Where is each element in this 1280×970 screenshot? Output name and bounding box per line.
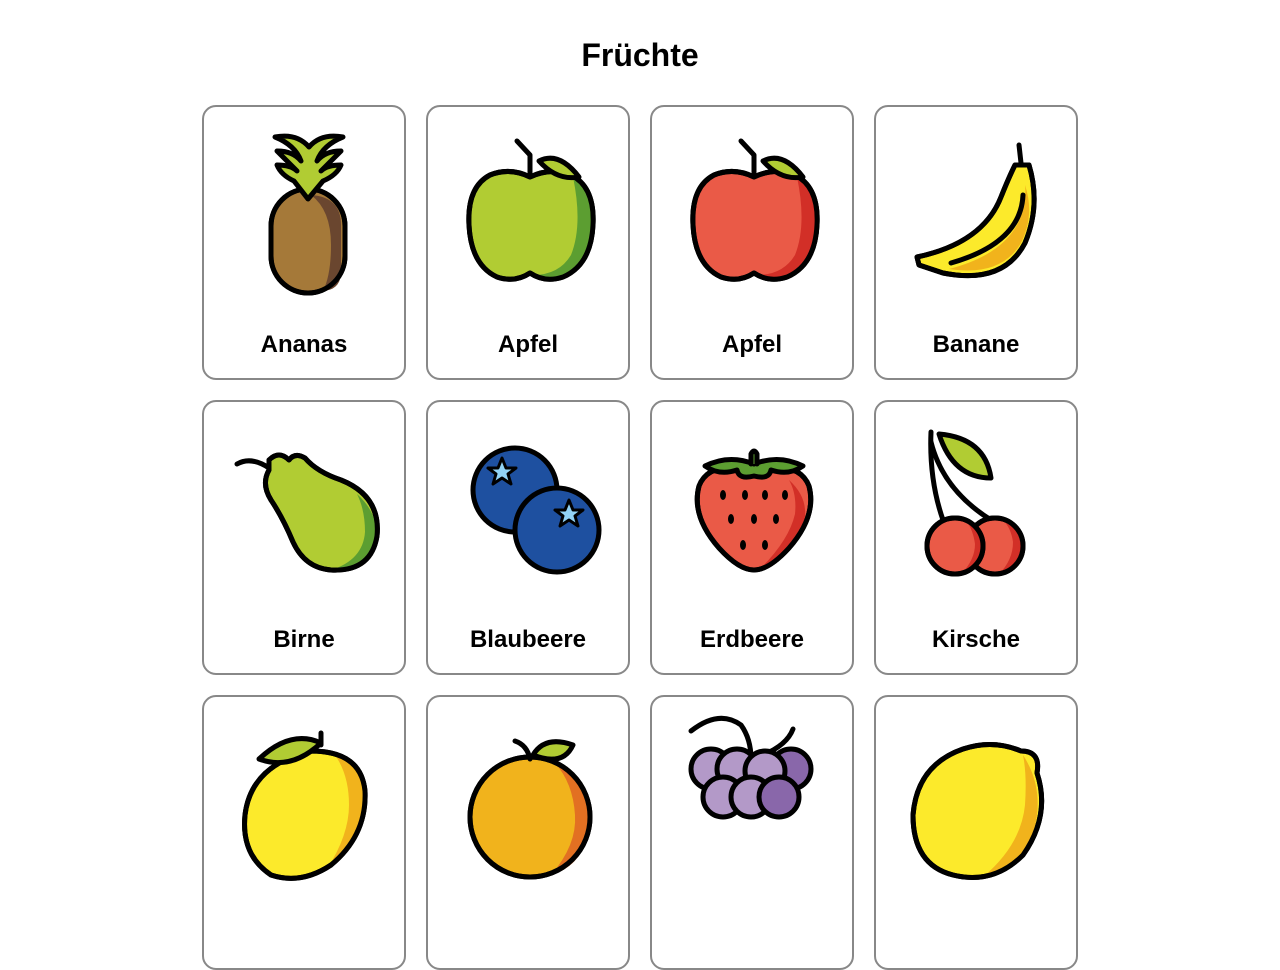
strawberry-icon [694, 448, 814, 573]
orange-icon [467, 738, 593, 880]
fruit-label: Kirsche [931, 626, 1021, 653]
fruit-label: Banane [932, 331, 1020, 358]
fruit-card-ananas[interactable]: Ananas [202, 105, 406, 380]
fruit-card-apfel-red[interactable]: Apfel [650, 105, 854, 380]
fruit-card-blaubeere[interactable]: Blaubeere [426, 400, 630, 675]
fruit-label: Apfel [498, 331, 558, 358]
grapes-icon [688, 715, 814, 820]
fruit-card-birne[interactable]: Birne [202, 400, 406, 675]
fruit-label: Apfel [722, 331, 782, 358]
mango-icon [242, 730, 368, 881]
fruit-card-orange[interactable] [426, 695, 630, 970]
pineapple-icon [268, 133, 348, 296]
cherries-icon [924, 429, 1026, 577]
pear-icon [234, 452, 380, 573]
fruit-card-apfel-green[interactable]: Apfel [426, 105, 630, 380]
blueberries-icon [470, 445, 602, 575]
fruit-card-mango[interactable] [202, 695, 406, 970]
fruit-card-trauben[interactable] [650, 695, 854, 970]
fruit-label: Blaubeere [469, 626, 587, 653]
fruit-label: Ananas [260, 331, 348, 358]
fruit-card-zitrone[interactable] [874, 695, 1078, 970]
fruit-card-kirsche[interactable]: Kirsche [874, 400, 1078, 675]
fruit-label: Erdbeere [699, 626, 805, 653]
fruit-card-erdbeere[interactable]: Erdbeere [650, 400, 854, 675]
page-title: Früchte [581, 37, 699, 73]
banana-icon [914, 142, 1037, 279]
green-apple-icon [466, 138, 596, 282]
red-apple-icon [690, 138, 820, 282]
fruit-card-banane[interactable]: Banane [874, 105, 1078, 380]
fruit-label: Birne [273, 626, 335, 653]
lemon-icon [910, 742, 1045, 880]
fruit-grid: Ananas Apfel Apfel Banane Birne Blaubeer… [202, 105, 1078, 970]
